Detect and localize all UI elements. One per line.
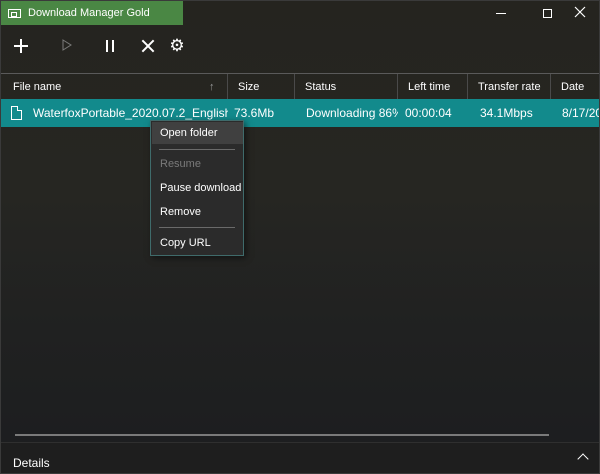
file-name-text: WaterfoxPortable_2020.07.2_English.paf.e… <box>33 106 228 120</box>
close-icon <box>574 6 586 21</box>
app-window: Download Manager Gold ⚙ File name ↑ Size… <box>0 0 600 474</box>
minimize-icon <box>496 12 506 14</box>
table-row[interactable]: WaterfoxPortable_2020.07.2_English.paf.e… <box>1 99 599 127</box>
window-title: Download Manager Gold <box>28 7 150 19</box>
details-label: Details <box>13 456 50 470</box>
sort-up-arrow-icon: ↑ <box>209 81 215 93</box>
table-header: File name ↑ Size Status Left time Transf… <box>1 73 599 100</box>
cell-transfer-rate: 34.1Mbps <box>480 106 533 120</box>
minimize-button[interactable] <box>478 1 524 25</box>
column-label: Left time <box>408 81 451 93</box>
gear-icon: ⚙ <box>169 35 185 56</box>
close-button[interactable] <box>557 1 599 25</box>
horizontal-scrollbar[interactable] <box>15 434 549 436</box>
toolbar: ⚙ <box>1 29 599 65</box>
chevron-up-icon <box>577 453 589 465</box>
column-label: Status <box>305 81 337 93</box>
column-header-file-name[interactable]: File name ↑ <box>1 74 228 100</box>
menu-separator <box>159 227 235 228</box>
menu-item-open-folder[interactable]: Open folder <box>152 122 243 144</box>
pause-icon <box>106 40 114 52</box>
column-label: File name <box>13 81 62 93</box>
menu-item-pause-download[interactable]: Pause download <box>152 177 243 199</box>
column-label: Size <box>238 81 260 93</box>
stop-icon <box>141 39 155 53</box>
add-download-button[interactable] <box>5 29 37 63</box>
settings-button[interactable]: ⚙ <box>161 29 193 63</box>
cell-status: Downloading 86% <box>306 106 398 120</box>
column-header-status[interactable]: Status <box>295 74 398 100</box>
menu-item-resume[interactable]: Resume <box>152 153 243 175</box>
title-bar[interactable]: Download Manager Gold <box>1 1 599 25</box>
app-icon <box>8 8 21 18</box>
column-label: Transfer rate <box>478 81 541 93</box>
menu-separator <box>159 149 235 150</box>
menu-item-remove[interactable]: Remove <box>152 201 243 223</box>
column-header-transfer-rate[interactable]: Transfer rate <box>468 74 551 100</box>
details-panel-toggle[interactable]: Details <box>1 443 599 473</box>
cell-date: 8/17/2020 <box>562 106 599 120</box>
pause-button[interactable] <box>94 29 126 63</box>
add-icon <box>14 39 28 53</box>
column-label: Date <box>561 81 585 93</box>
cell-left-time: 00:00:04 <box>405 106 452 120</box>
column-header-left-time[interactable]: Left time <box>398 74 468 100</box>
menu-item-copy-url[interactable]: Copy URL <box>152 232 243 254</box>
title-tab: Download Manager Gold <box>1 1 183 25</box>
resume-button[interactable] <box>51 29 83 63</box>
column-header-size[interactable]: Size <box>228 74 295 100</box>
remove-button[interactable] <box>132 29 164 63</box>
file-icon <box>11 106 22 120</box>
play-icon <box>62 38 72 54</box>
context-menu: Open folder Resume Pause download Remove… <box>150 120 244 256</box>
maximize-icon <box>542 8 552 18</box>
column-header-date[interactable]: Date <box>551 74 599 100</box>
